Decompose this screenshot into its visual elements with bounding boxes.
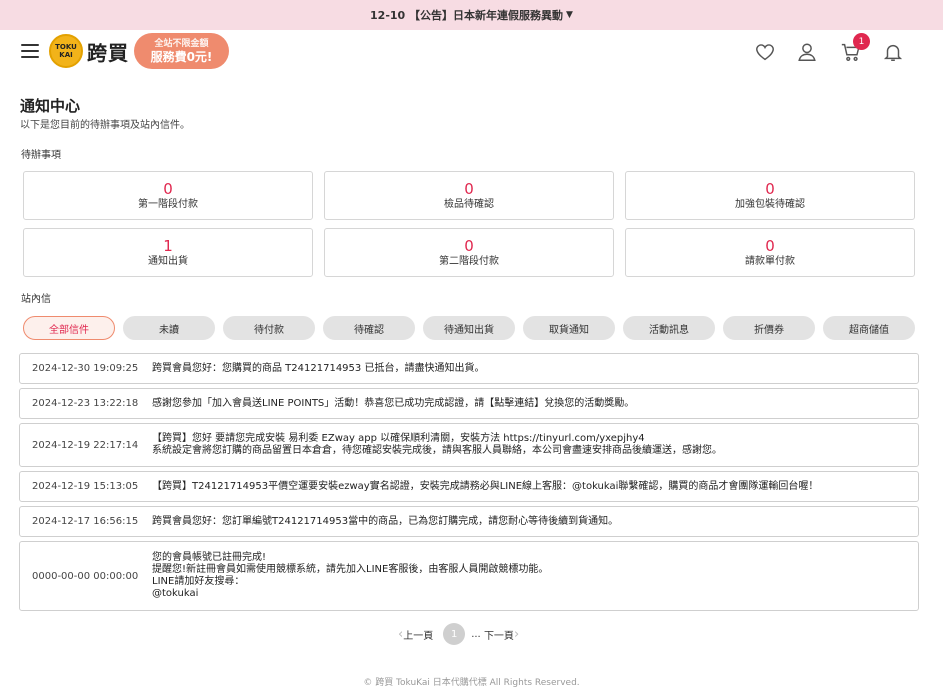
announcement-bar[interactable]: 12-10 【公告】日本新年連假服務異動 ▼ — [0, 0, 943, 30]
message-line: 感謝您參加「加入會員送LINE POINTS」活動！恭喜您已成功完成認證，請【點… — [152, 397, 635, 409]
message-row[interactable]: 2024-12-17 16:56:15 跨買會員您好：您訂單編號T2412171… — [19, 506, 919, 537]
chevron-right-icon[interactable]: › — [514, 627, 519, 642]
message-line: 跨買會員您好：您購買的商品 T24121714953 已抵台，請盡快通知出貨。 — [152, 362, 485, 374]
message-line: @tokukai — [152, 588, 199, 599]
message-line: 系統設定會將您訂購的商品留置日本倉倉，待您確認安裝完成後，請與客服人員聯絡，本公… — [152, 445, 722, 456]
todo-item-invoice-payment[interactable]: 0 請款單付款 — [625, 228, 915, 277]
page-subtitle: 以下是您目前的待辦事項及站內信件。 — [20, 120, 190, 131]
tab-pending-confirm[interactable]: 待確認 — [323, 316, 415, 340]
message-row[interactable]: 0000-00-00 00:00:00 您的會員帳號已註冊完成! 提醒您!新註冊… — [19, 541, 919, 611]
tab-events[interactable]: 活動訊息 — [623, 316, 715, 340]
message-line: 【跨買】您好 要請您完成安裝 易利委 EZway app 以確保順利清關，安裝方… — [152, 433, 645, 444]
announcement-text: 【公告】日本新年連假服務異動 — [409, 9, 564, 22]
todo-label: 第一階段付款 — [138, 198, 198, 210]
logo-badge: TOKU KAI — [49, 34, 83, 68]
message-row[interactable]: 2024-12-19 22:17:14 【跨買】您好 要請您完成安裝 易利委 E… — [19, 423, 919, 467]
message-date: 2024-12-19 15:13:05 — [32, 481, 139, 492]
tab-pending-payment[interactable]: 待付款 — [223, 316, 315, 340]
message-row[interactable]: 2024-12-30 19:09:25 跨買會員您好：您購買的商品 T24121… — [19, 353, 919, 384]
inbox-tabs: 全部信件 未讀 待付款 待確認 待通知出貨 取貨通知 活動訊息 折價券 超商儲值 — [23, 316, 923, 340]
todo-item-packing[interactable]: 0 加強包裝待確認 — [625, 171, 915, 220]
message-date: 2024-12-23 13:22:18 — [32, 398, 139, 409]
next-page-link[interactable]: 下一頁 — [484, 627, 514, 642]
message-text: 【跨買】您好 要請您完成安裝 易利委 EZway app 以確保順利清關，安裝方… — [152, 433, 722, 457]
message-date: 2024-12-19 22:17:14 — [32, 439, 139, 451]
message-line: 提醒您!新註冊會員如需使用競標系統，請先加入LINE客服後，由客服人員開啟競標功… — [152, 564, 549, 575]
tab-all[interactable]: 全部信件 — [23, 316, 115, 340]
promo-badge[interactable]: 全站不限金額 服務費0元! — [134, 33, 229, 69]
footer-copyright: © 跨買 TokuKai 日本代購代標 All Rights Reserved. — [363, 678, 580, 688]
message-line: 【跨買】T24121714953平價空運要安裝ezway實名認證，安裝完成請務必… — [152, 480, 819, 492]
todo-count: 0 — [163, 179, 173, 198]
message-text: 跨買會員您好：您訂單編號T24121714953當中的商品，已為您訂購完成，請您… — [152, 516, 618, 528]
logo-text: 跨買 — [87, 40, 129, 65]
inbox-section-label: 站內信 — [21, 294, 51, 305]
message-line: LINE請加好友搜尋： — [152, 576, 245, 587]
todo-label: 檢品待確認 — [444, 198, 494, 210]
logo-badge-line2: KAI — [59, 51, 73, 59]
message-line: 您的會員帳號已註冊完成! — [152, 552, 267, 563]
todo-item-inspection[interactable]: 0 檢品待確認 — [324, 171, 614, 220]
message-date: 2024-12-30 19:09:25 — [32, 363, 139, 374]
promo-line2: 服務費0元! — [150, 49, 213, 64]
message-text: 跨買會員您好：您購買的商品 T24121714953 已抵台，請盡快通知出貨。 — [152, 363, 484, 375]
message-line: 跨買會員您好：您訂單編號T24121714953當中的商品，已為您訂購完成，請您… — [152, 515, 619, 527]
todo-label: 請款單付款 — [745, 255, 795, 267]
promo-line1: 全站不限金額 — [154, 38, 209, 49]
todo-item-ship-notice[interactable]: 1 通知出貨 — [23, 228, 313, 277]
todo-count: 0 — [765, 179, 775, 198]
message-row[interactable]: 2024-12-19 15:13:05 【跨買】T24121714953平價空運… — [19, 471, 919, 502]
todo-label: 通知出貨 — [148, 255, 188, 267]
tab-coupons[interactable]: 折價券 — [723, 316, 815, 340]
bell-icon[interactable] — [882, 41, 904, 63]
todo-section-label: 待辦事項 — [21, 150, 61, 161]
todo-count: 0 — [765, 236, 775, 255]
message-date: 2024-12-17 16:56:15 — [32, 516, 139, 527]
site-header: TOKU KAI 跨買 全站不限金額 服務費0元! 1 — [0, 30, 943, 74]
announcement-date: 12-10 — [370, 8, 406, 22]
cart-count-badge: 1 — [853, 33, 870, 50]
user-icon[interactable] — [796, 41, 818, 63]
pagination: ‹ 上一頁 1 ... 下一頁 › — [398, 623, 519, 645]
tab-pending-ship[interactable]: 待通知出貨 — [423, 316, 515, 340]
todo-count: 0 — [464, 236, 474, 255]
tab-pickup[interactable]: 取貨通知 — [523, 316, 615, 340]
message-text: 您的會員帳號已註冊完成! 提醒您!新註冊會員如需使用競標系統，請先加入LINE客… — [152, 552, 548, 600]
todo-item-second-payment[interactable]: 0 第二階段付款 — [324, 228, 614, 277]
page-title: 通知中心 — [20, 97, 81, 115]
pagination-ellipsis: ... — [471, 628, 481, 640]
tab-store-topup[interactable]: 超商儲值 — [823, 316, 915, 340]
tab-unread[interactable]: 未讀 — [123, 316, 215, 340]
todo-count: 0 — [464, 179, 474, 198]
caret-down-icon: ▼ — [566, 10, 573, 20]
heart-icon[interactable] — [754, 41, 776, 63]
todo-label: 第二階段付款 — [439, 255, 499, 267]
menu-icon[interactable] — [21, 44, 39, 58]
site-logo[interactable]: TOKU KAI 跨買 — [49, 34, 129, 68]
todo-count: 1 — [163, 236, 173, 255]
current-page[interactable]: 1 — [443, 623, 466, 645]
logo-badge-line1: TOKU — [55, 43, 77, 51]
message-date: 0000-00-00 00:00:00 — [32, 570, 139, 582]
message-text: 【跨買】T24121714953平價空運要安裝ezway實名認證，安裝完成請務必… — [152, 481, 818, 493]
todo-label: 加強包裝待確認 — [735, 198, 805, 210]
cart-icon[interactable]: 1 — [840, 33, 870, 63]
prev-page-link[interactable]: 上一頁 — [403, 627, 433, 642]
message-text: 感謝您參加「加入會員送LINE POINTS」活動！恭喜您已成功完成認證，請【點… — [152, 398, 634, 410]
message-row[interactable]: 2024-12-23 13:22:18 感謝您參加「加入會員送LINE POIN… — [19, 388, 919, 419]
todo-item-first-payment[interactable]: 0 第一階段付款 — [23, 171, 313, 220]
